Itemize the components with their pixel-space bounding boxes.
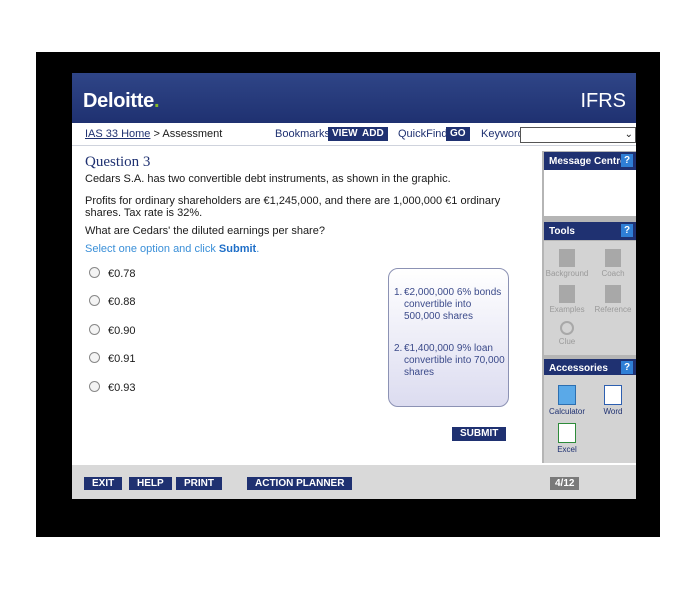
radio-button[interactable]: [89, 381, 100, 392]
document-icon: [559, 249, 575, 267]
submit-button[interactable]: SUBMIT: [452, 427, 507, 441]
help-icon[interactable]: ?: [621, 224, 633, 237]
tools-box: Background Coach Examples Reference Clue: [544, 241, 636, 355]
question-text-1: Cedars S.A. has two convertible debt ins…: [85, 173, 451, 185]
bookmark-add-button[interactable]: ADD: [358, 127, 388, 141]
accessory-word[interactable]: Word: [590, 385, 636, 416]
breadcrumb-home-link[interactable]: IAS 33 Home: [85, 128, 150, 140]
tool-examples[interactable]: Examples: [544, 285, 590, 314]
instrument-graphic: 1. €2,000,000 6% bonds convertible into …: [388, 268, 509, 407]
magnifier-icon: [560, 321, 574, 335]
page-indicator: 4/12: [550, 477, 580, 490]
accessory-excel[interactable]: Excel: [544, 423, 590, 454]
help-icon[interactable]: ?: [621, 154, 633, 167]
tool-background[interactable]: Background: [544, 249, 590, 278]
excel-icon: [558, 423, 576, 443]
print-button[interactable]: PRINT: [176, 477, 222, 490]
bookmark-view-button[interactable]: VIEW: [328, 127, 362, 141]
chevron-down-icon: ⌄: [624, 129, 633, 140]
option-item[interactable]: €0.88: [89, 295, 136, 308]
message-centre-box: [544, 170, 636, 216]
help-icon[interactable]: ?: [621, 361, 633, 374]
quickfind-go-button[interactable]: GO: [446, 127, 470, 141]
message-centre-header: Message Centre ?: [544, 152, 636, 170]
option-item[interactable]: €0.93: [89, 381, 136, 394]
bookmarks-label: Bookmarks:: [275, 128, 334, 140]
option-item[interactable]: €0.90: [89, 324, 136, 337]
header-bar: Deloitte. IFRS: [72, 73, 636, 123]
instruction-text: Select one option and click Submit.: [85, 243, 260, 255]
breadcrumb: IAS 33 Home > Assessment: [85, 128, 223, 140]
radio-button[interactable]: [89, 324, 100, 335]
accessories-box: Calculator Word Excel: [544, 375, 636, 463]
accessory-calculator[interactable]: Calculator: [544, 385, 590, 416]
help-button[interactable]: HELP: [129, 477, 172, 490]
breadcrumb-current: Assessment: [162, 128, 223, 140]
radio-button[interactable]: [89, 295, 100, 306]
question-title: Question 3: [85, 154, 151, 170]
action-planner-button[interactable]: ACTION PLANNER: [247, 477, 353, 490]
word-icon: [604, 385, 622, 405]
tool-coach[interactable]: Coach: [590, 249, 636, 278]
product-title: IFRS: [580, 90, 626, 112]
quickfind-label: QuickFind:: [398, 128, 451, 140]
option-item[interactable]: €0.91: [89, 352, 136, 365]
calculator-icon: [558, 385, 576, 405]
exit-button[interactable]: EXIT: [84, 477, 123, 490]
option-item[interactable]: €0.78: [89, 267, 136, 280]
radio-button[interactable]: [89, 267, 100, 278]
tool-reference[interactable]: Reference: [590, 285, 636, 314]
radio-button[interactable]: [89, 352, 100, 363]
book-icon: [605, 285, 621, 303]
briefcase-icon: [559, 285, 575, 303]
tools-header: Tools ?: [544, 222, 636, 240]
keyword-select[interactable]: ⌄: [520, 127, 636, 143]
question-text-2: Profits for ordinary shareholders are €1…: [85, 195, 501, 219]
deloitte-logo: Deloitte.: [83, 90, 160, 112]
tool-clue[interactable]: Clue: [544, 321, 590, 346]
people-icon: [605, 249, 621, 267]
question-text-3: What are Cedars' the diluted earnings pe…: [85, 225, 325, 237]
app-window: Deloitte. IFRS IAS 33 Home > Assessment …: [72, 73, 636, 499]
